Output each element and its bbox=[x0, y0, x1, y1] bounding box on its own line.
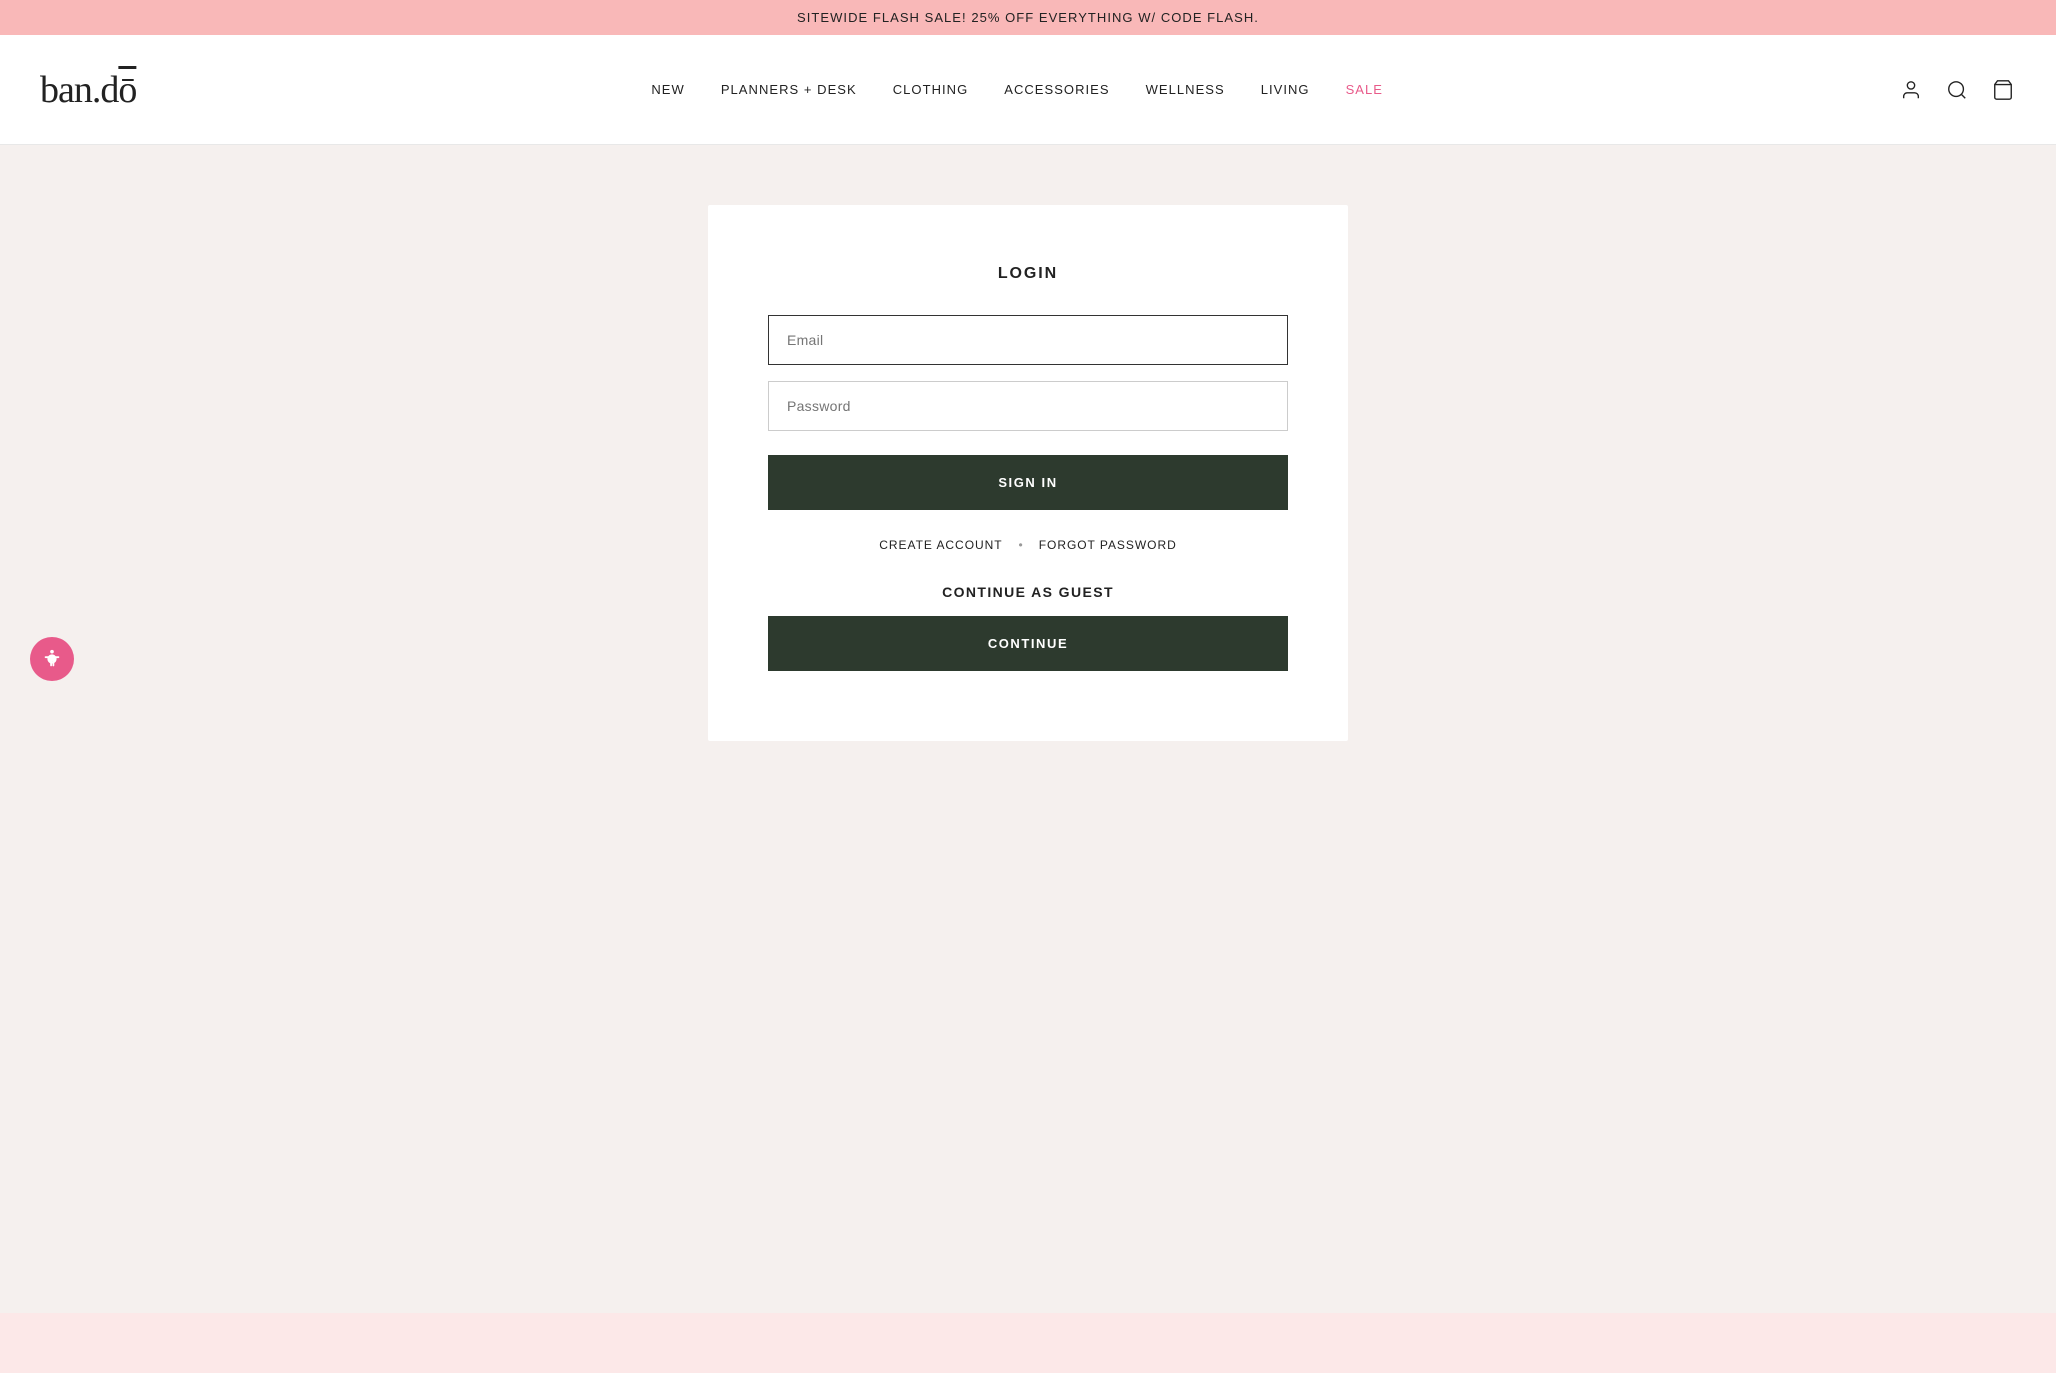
nav-item-wellness[interactable]: WELLNESS bbox=[1146, 82, 1225, 97]
sign-in-button[interactable]: SIGN IN bbox=[768, 455, 1288, 510]
main-content: LOGIN SIGN IN CREATE ACCOUNT • FORGOT PA… bbox=[0, 145, 2056, 1313]
account-icon[interactable] bbox=[1898, 77, 1924, 103]
create-account-link[interactable]: CREATE ACCOUNT bbox=[879, 538, 1002, 552]
nav-item-planners-desk[interactable]: PLANNERS + DESK bbox=[721, 82, 857, 97]
site-logo[interactable]: ban.dō bbox=[40, 68, 136, 112]
promo-banner: SITEWIDE FLASH SALE! 25% OFF EVERYTHING … bbox=[0, 0, 2056, 35]
accessibility-button[interactable] bbox=[30, 637, 74, 681]
login-card: LOGIN SIGN IN CREATE ACCOUNT • FORGOT PA… bbox=[708, 205, 1348, 741]
nav-item-new[interactable]: NEW bbox=[651, 82, 684, 97]
cart-icon[interactable] bbox=[1990, 77, 2016, 103]
forgot-password-link[interactable]: FORGOT PASSWORD bbox=[1039, 538, 1177, 552]
footer-area bbox=[0, 1313, 2056, 1373]
nav-item-living[interactable]: LIVING bbox=[1261, 82, 1310, 97]
nav-item-sale[interactable]: SALE bbox=[1346, 82, 1383, 97]
email-group bbox=[768, 315, 1288, 365]
account-links: CREATE ACCOUNT • FORGOT PASSWORD bbox=[768, 538, 1288, 552]
nav-item-accessories[interactable]: ACCESSORIES bbox=[1004, 82, 1109, 97]
site-header: ban.dō NEW PLANNERS + DESK CLOTHING ACCE… bbox=[0, 35, 2056, 145]
guest-section-title: CONTINUE AS GUEST bbox=[768, 584, 1288, 600]
password-group bbox=[768, 381, 1288, 431]
main-nav: NEW PLANNERS + DESK CLOTHING ACCESSORIES… bbox=[651, 82, 1383, 97]
nav-item-clothing[interactable]: CLOTHING bbox=[893, 82, 969, 97]
banner-text: SITEWIDE FLASH SALE! 25% OFF EVERYTHING … bbox=[797, 10, 1259, 25]
continue-button[interactable]: CONTINUE bbox=[768, 616, 1288, 671]
login-title: LOGIN bbox=[768, 265, 1288, 283]
search-icon[interactable] bbox=[1944, 77, 1970, 103]
password-input[interactable] bbox=[768, 381, 1288, 431]
header-icons bbox=[1898, 77, 2016, 103]
link-separator: • bbox=[1019, 538, 1023, 552]
email-input[interactable] bbox=[768, 315, 1288, 365]
